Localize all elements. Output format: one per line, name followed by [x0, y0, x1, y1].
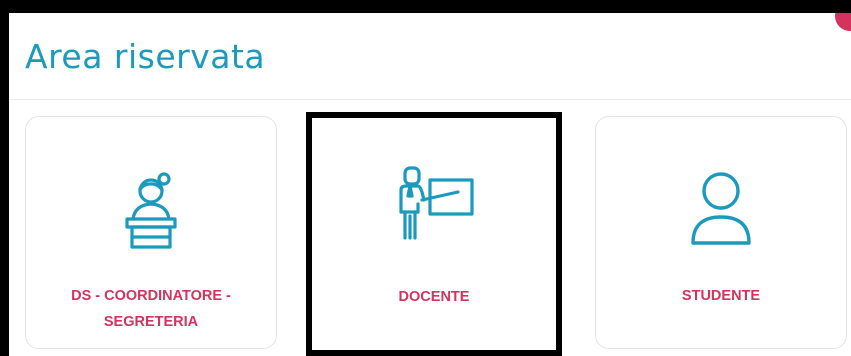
reserved-area-panel: Area riservata DS - COORDINATORE - SEGRE… [9, 13, 851, 356]
teacher-whiteboard-icon [399, 166, 474, 240]
receptionist-icon [125, 172, 177, 249]
user-icon [691, 172, 751, 245]
header: Area riservata [9, 13, 851, 100]
card-ds-coordinatore-segreteria[interactable]: DS - COORDINATORE - SEGRETERIA [25, 116, 277, 349]
page-title: Area riservata [25, 36, 266, 76]
card-docente[interactable]: DOCENTE [306, 112, 562, 356]
card-label: DOCENTE [398, 289, 470, 305]
card-studente[interactable]: STUDENTE [595, 116, 847, 349]
card-label: STUDENTE [681, 288, 761, 304]
card-label: DS - COORDINATORE - SEGRETERIA [71, 288, 231, 330]
